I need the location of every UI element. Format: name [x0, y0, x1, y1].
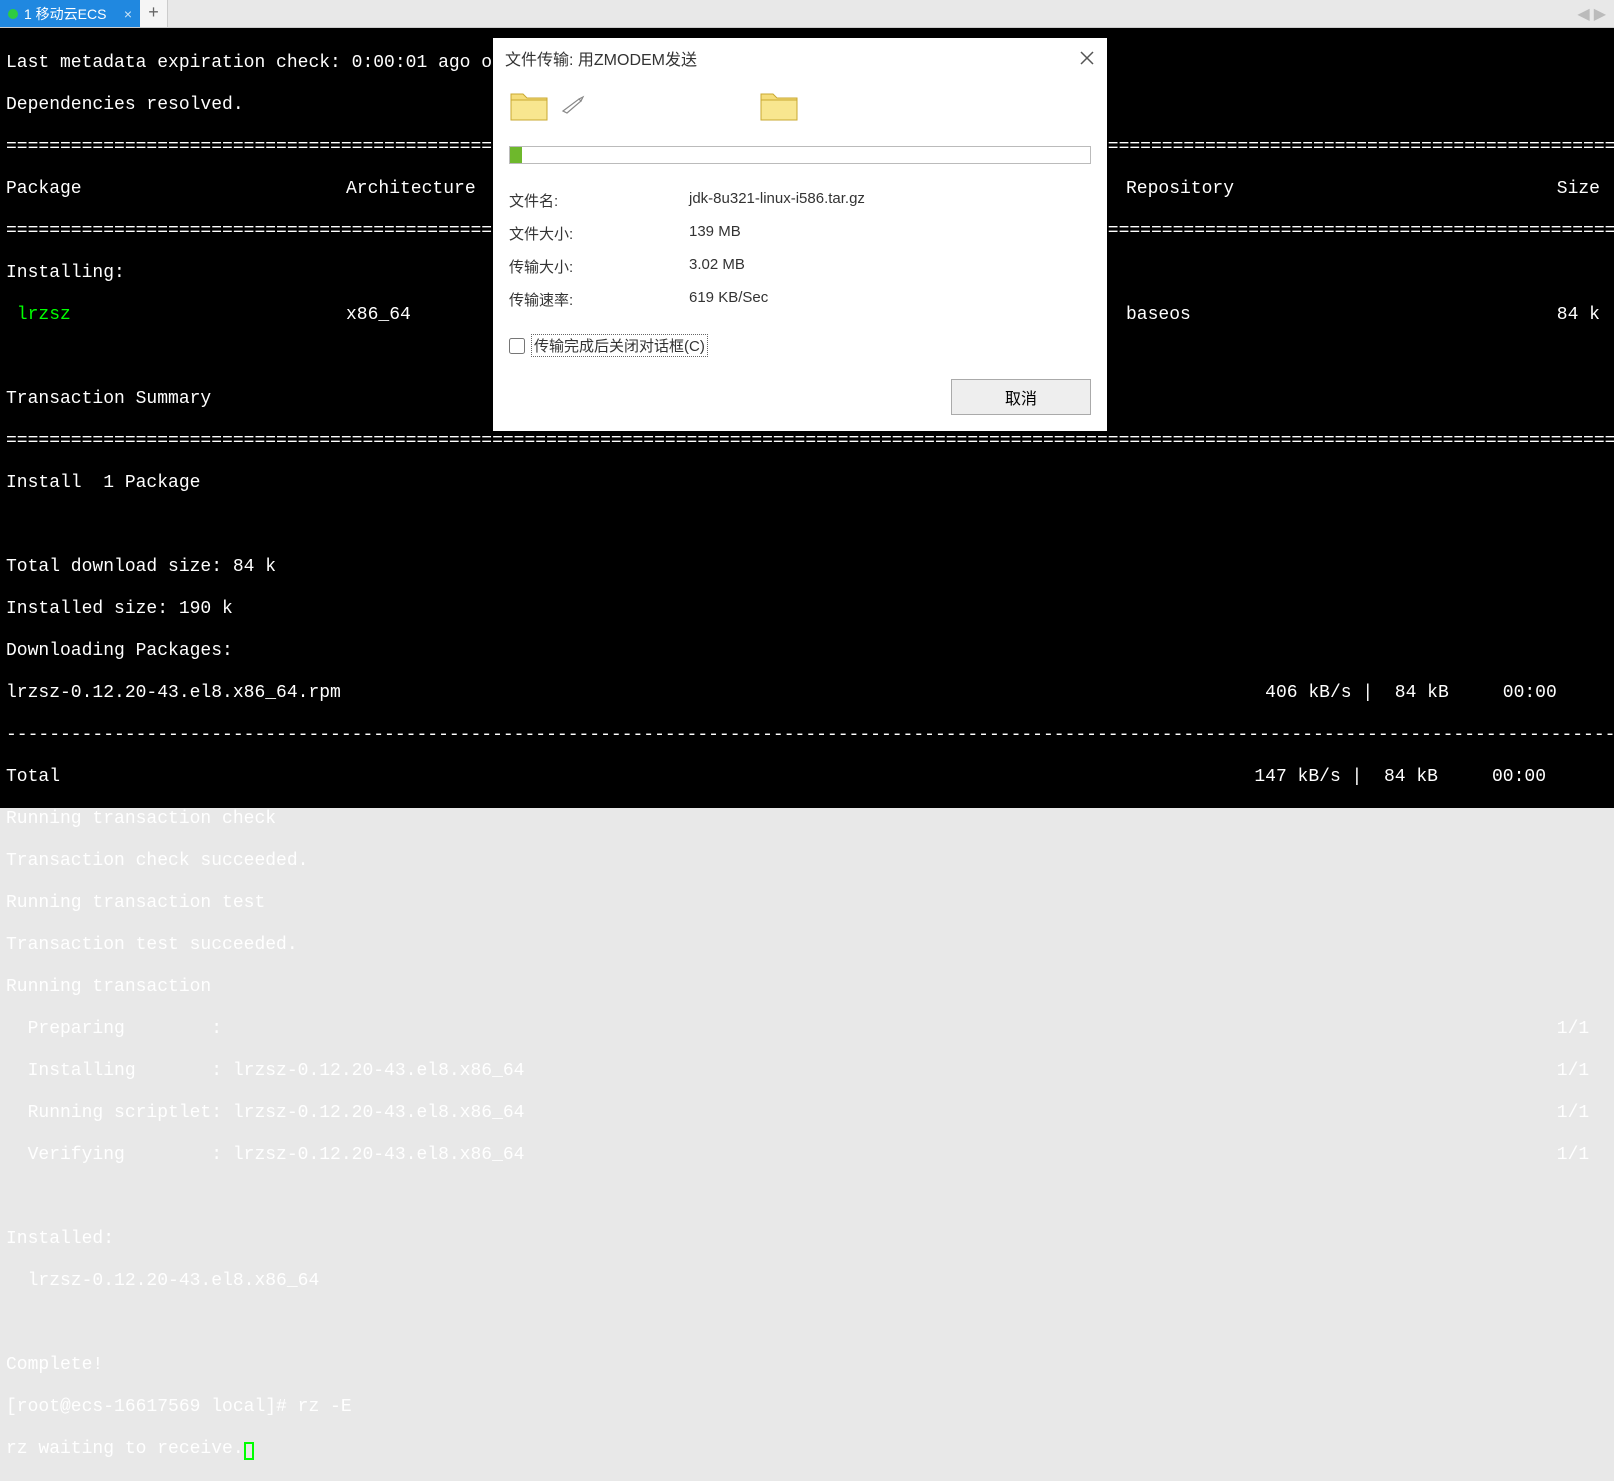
- blank-line: [6, 515, 1608, 536]
- step-row: Verifying : lrzsz-0.12.20-43.el8.x86_641…: [6, 1145, 1608, 1166]
- step-row: Preparing :1/1: [6, 1019, 1608, 1040]
- tab-nav-arrows: ◀ ▶: [1569, 0, 1614, 27]
- terminal-line: Complete!: [6, 1355, 1608, 1376]
- folder-source-icon: [509, 88, 549, 122]
- dialog-titlebar: 文件传输: 用ZMODEM发送: [493, 38, 1107, 78]
- terminal-line: Installed:: [6, 1229, 1608, 1250]
- blank-line: [6, 1187, 1608, 1208]
- terminal-line: Total download size: 84 k: [6, 557, 1608, 578]
- terminal-line: Running transaction: [6, 977, 1608, 998]
- xfer-rate-value: 619 KB/Sec: [689, 289, 768, 310]
- close-on-complete-checkbox[interactable]: [509, 338, 525, 354]
- separator-line: ----------------------------------------…: [6, 725, 1608, 746]
- step-row: Running scriptlet: lrzsz-0.12.20-43.el8.…: [6, 1103, 1608, 1124]
- file-size-value: 139 MB: [689, 223, 741, 244]
- file-transfer-dialog: 文件传输: 用ZMODEM发送 文件名:jdk-8u321-linux-i586…: [493, 38, 1107, 431]
- cursor-icon: [244, 1442, 254, 1460]
- tab-active[interactable]: 1 移动云ECS ×: [0, 0, 140, 27]
- add-tab-button[interactable]: +: [140, 0, 168, 27]
- dialog-title-text: 文件传输: 用ZMODEM发送: [505, 46, 697, 70]
- terminal-line: lrzsz-0.12.20-43.el8.x86_64: [6, 1271, 1608, 1292]
- cancel-button[interactable]: 取消: [951, 379, 1091, 415]
- close-icon[interactable]: [1079, 50, 1095, 66]
- folder-dest-icon: [759, 88, 799, 122]
- terminal-line: rz waiting to receive.: [6, 1439, 1608, 1460]
- close-on-complete-label[interactable]: 传输完成后关闭对话框(C): [531, 334, 708, 357]
- progress-bar: [509, 146, 1091, 164]
- arrow-icon: [561, 95, 585, 115]
- step-row: Installing : lrzsz-0.12.20-43.el8.x86_64…: [6, 1061, 1608, 1082]
- xfer-size-value: 3.02 MB: [689, 256, 745, 277]
- terminal-line: Transaction check succeeded.: [6, 851, 1608, 872]
- terminal-line: Transaction test succeeded.: [6, 935, 1608, 956]
- tab-bar: 1 移动云ECS × + ◀ ▶: [0, 0, 1614, 28]
- separator-line: ========================================…: [6, 431, 1608, 452]
- close-tab-icon[interactable]: ×: [124, 6, 132, 22]
- prompt-line: [root@ecs-16617569 local]# rz -E: [6, 1397, 1608, 1418]
- nav-left-icon[interactable]: ◀: [1577, 4, 1589, 24]
- xfer-size-label: 传输大小:: [509, 256, 689, 277]
- tab-label: 1 移动云ECS: [24, 4, 106, 24]
- blank-line: [6, 1313, 1608, 1334]
- xfer-rate-label: 传输速率:: [509, 289, 689, 310]
- terminal-line: Downloading Packages:: [6, 641, 1608, 662]
- terminal-line: Running transaction check: [6, 809, 1608, 830]
- total-row: Total147 kB/s | 84 kB 00:00: [6, 767, 1608, 788]
- download-row: lrzsz-0.12.20-43.el8.x86_64.rpm406 kB/s …: [6, 683, 1608, 704]
- nav-right-icon[interactable]: ▶: [1594, 4, 1606, 24]
- folder-icons-row: [509, 84, 1091, 146]
- file-size-label: 文件大小:: [509, 223, 689, 244]
- status-indicator-icon: [8, 9, 18, 19]
- terminal-line: Installed size: 190 k: [6, 599, 1608, 620]
- terminal-line: Install 1 Package: [6, 473, 1608, 494]
- file-name-value: jdk-8u321-linux-i586.tar.gz: [689, 190, 865, 211]
- progress-fill: [510, 147, 522, 163]
- terminal-line: Running transaction test: [6, 893, 1608, 914]
- file-name-label: 文件名:: [509, 190, 689, 211]
- transfer-info: 文件名:jdk-8u321-linux-i586.tar.gz 文件大小:139…: [509, 184, 1091, 316]
